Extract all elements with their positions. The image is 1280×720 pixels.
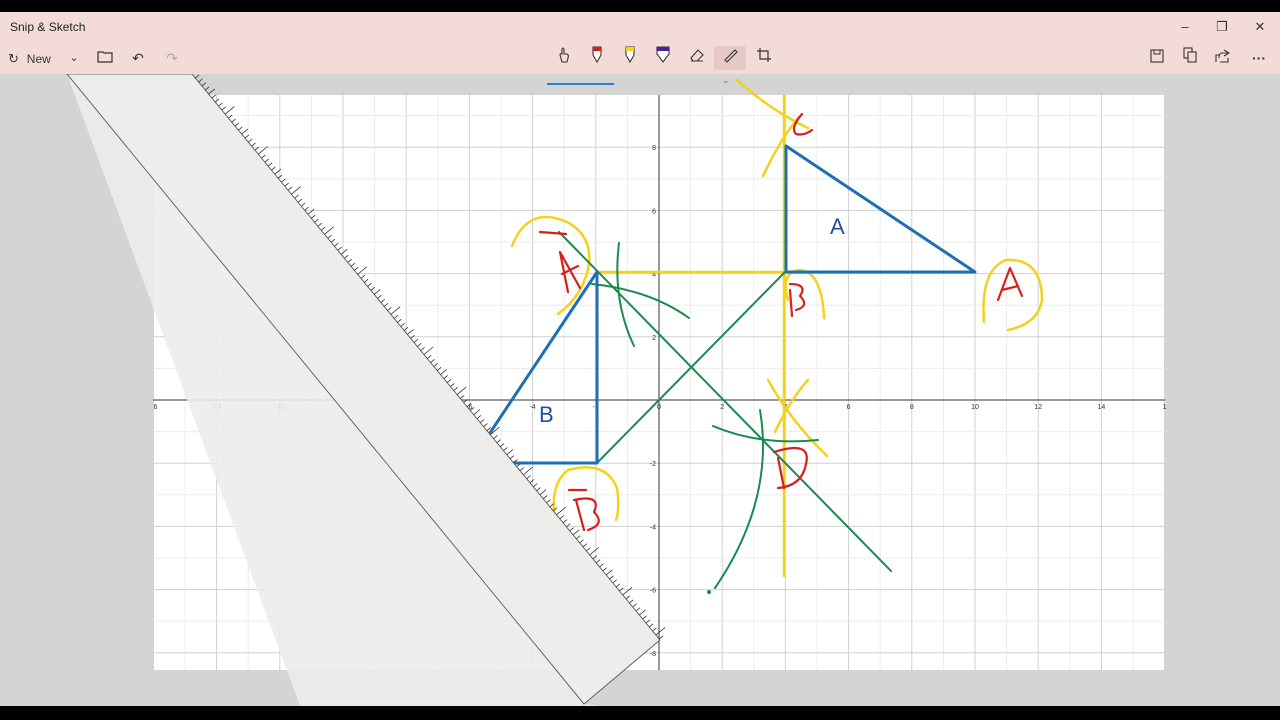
graph-canvas[interactable]: 6-14-12-10-8-6-4-2024681012141 8642-2-4-… <box>0 74 1280 706</box>
y-tick-label: -2 <box>650 461 656 468</box>
ruler-tick <box>208 88 215 95</box>
ruler-tick <box>201 82 207 87</box>
x-tick-label: 10 <box>971 404 979 411</box>
app-title: Snip & Sketch <box>10 20 86 34</box>
x-tick-label: 8 <box>910 404 914 411</box>
triangle-a-label: A <box>830 214 845 239</box>
minimize-button[interactable]: – <box>1170 16 1200 38</box>
ruler-tool-button[interactable] <box>714 46 746 70</box>
close-button[interactable]: ✕ <box>1245 16 1275 38</box>
triangle-b-label: B <box>539 402 554 427</box>
open-folder-icon[interactable] <box>94 46 116 70</box>
y-tick-label: 8 <box>652 145 656 152</box>
save-icon[interactable] <box>1145 46 1169 70</box>
x-tick-label: 6 <box>847 404 851 411</box>
ruler-tick <box>198 78 203 83</box>
x-tick-label: 1 <box>1163 404 1167 411</box>
ballpoint-pen-icon[interactable] <box>585 46 609 70</box>
title-bar: Snip & Sketch – ❐ ✕ <box>0 12 1280 42</box>
restore-button[interactable]: ❐ <box>1207 16 1237 38</box>
more-options-icon[interactable]: ··· <box>1245 46 1273 70</box>
y-tick-label: -6 <box>650 588 656 595</box>
snip-icon: ↻ <box>8 51 19 66</box>
x-tick-label: 12 <box>1034 404 1042 411</box>
crop-icon[interactable] <box>752 46 776 70</box>
touch-writing-icon[interactable] <box>552 46 576 70</box>
snip-sketch-window: Snip & Sketch – ❐ ✕ ↻ New ⌄ ↶ ↷ ⌄ ··· 6 … <box>0 12 1280 706</box>
new-button[interactable]: ↻ New <box>8 46 58 70</box>
green-dot <box>707 590 711 594</box>
x-tick-label: -4 <box>529 404 535 411</box>
new-label: New <box>26 52 51 66</box>
ruler-tick <box>195 74 200 79</box>
y-tick-label: 2 <box>652 335 656 342</box>
eraser-icon[interactable] <box>685 46 709 70</box>
highlighter-icon[interactable] <box>651 46 675 70</box>
pencil-icon[interactable] <box>618 46 642 70</box>
drawing-canvas[interactable]: 6-14-12-10-8-6-4-2024681012141 8642-2-4-… <box>0 74 1280 706</box>
undo-icon[interactable]: ↶ <box>127 46 149 70</box>
x-tick-label: 2 <box>720 404 724 411</box>
new-dropdown-chevron-icon[interactable]: ⌄ <box>64 46 84 70</box>
y-tick-label: 6 <box>652 208 656 215</box>
x-tick-label: 6 <box>153 404 157 411</box>
toolbar: ↻ New ⌄ ↶ ↷ ⌄ ··· <box>0 42 1280 85</box>
y-tick-label: -4 <box>650 524 656 531</box>
x-tick-label: 0 <box>657 404 661 411</box>
ruler-tick <box>204 86 210 91</box>
redo-icon[interactable]: ↷ <box>161 46 183 70</box>
x-tick-label: 14 <box>1098 404 1106 411</box>
ruler-icon <box>724 49 738 63</box>
copy-icon[interactable] <box>1178 46 1202 70</box>
share-icon[interactable] <box>1211 46 1235 70</box>
y-tick-label: -8 <box>650 651 656 658</box>
